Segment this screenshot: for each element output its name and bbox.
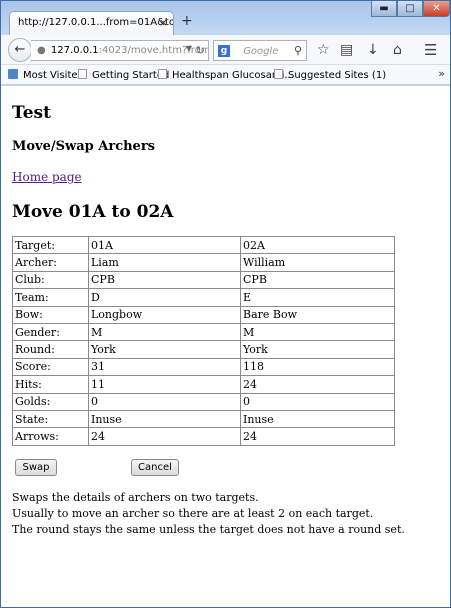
address-bar[interactable]: ● 127.0.0.1:4023/move.htm?from=0 ▼ ↻ (31, 40, 209, 61)
to-target-value: CPB (240, 270, 395, 290)
url-dropdown-icon[interactable]: ▼ (186, 44, 192, 53)
from-target-value: York (88, 340, 241, 359)
menu-icon[interactable]: ☰ (424, 43, 437, 58)
to-target-value: 0 (240, 392, 395, 411)
bookmark-suggested-sites[interactable]: Suggested Sites (1) (274, 69, 386, 81)
to-target-value: 118 (240, 357, 395, 377)
table-row: Target: 01A 02A (12, 235, 395, 255)
bookmark-star-icon[interactable]: ☆ (317, 43, 330, 57)
table-row: Score: 31 118 (12, 357, 395, 377)
search-placeholder: Google (243, 46, 279, 57)
back-arrow-icon[interactable]: ← (8, 38, 32, 62)
table-row: Arrows: 24 24 (12, 427, 395, 446)
to-target-value: Bare Bow (240, 305, 395, 324)
site-title: Test (12, 103, 51, 123)
table-row: Golds: 0 0 (12, 392, 395, 411)
tab-title: http://127.0.0.1...from=01A&to=02A (18, 17, 173, 28)
to-target-value: 24 (240, 375, 395, 394)
from-target-value: Longbow (88, 305, 241, 324)
browser-window: http://127.0.0.1...from=01A&to=02A × + ▬… (0, 0, 451, 608)
globe-icon: ● (37, 45, 46, 56)
row-label: Round: (12, 340, 89, 359)
search-box[interactable]: g Google ⚲ (213, 40, 307, 61)
chevron-more-icon[interactable]: » (438, 67, 445, 80)
from-target-value: 24 (88, 427, 241, 446)
help-line: Usually to move an archer so there are a… (12, 507, 374, 520)
table-row: State: Inuse Inuse (12, 409, 395, 429)
to-target-value: Inuse (240, 409, 395, 429)
page-icon (78, 69, 87, 79)
row-label: Golds: (12, 392, 89, 411)
page-subtitle: Move/Swap Archers (12, 139, 155, 154)
from-target-value: M (88, 322, 241, 342)
to-target-value: 02A (240, 235, 395, 255)
bookmark-getting-started[interactable]: Getting Started (78, 69, 169, 81)
help-line: Swaps the details of archers on two targ… (12, 491, 259, 504)
home-page-link[interactable]: Home page (12, 170, 82, 184)
navigation-bar: ← ● 127.0.0.1:4023/move.htm?from=0 ▼ ↻ g… (1, 35, 450, 65)
row-label: Gender: (12, 322, 89, 342)
archer-details-table: Target: 01A 02A Archer: Liam William Club: CPB C… (12, 235, 395, 446)
from-target-value: 01A (88, 235, 241, 255)
close-window-button[interactable]: ✕ (423, 1, 450, 17)
new-tab-button[interactable]: + (181, 13, 193, 29)
home-icon[interactable]: ⌂ (393, 43, 402, 57)
bookmarks-bar: Most Visited Getting Started Healthspan … (1, 65, 450, 85)
row-label: Hits: (12, 375, 89, 394)
page-title: Move 01A to 02A (12, 202, 174, 222)
to-target-value: William (240, 253, 395, 272)
table-row: Hits: 11 24 (12, 375, 395, 394)
from-target-value: 11 (88, 375, 241, 394)
row-label: Score: (12, 357, 89, 377)
page-content: Test Move/Swap Archers Home page Move 01… (1, 86, 450, 607)
from-target-value: 0 (88, 392, 241, 411)
url-host: 127.0.0.1 (50, 45, 99, 56)
bookmark-most-visited[interactable]: Most Visited (8, 69, 84, 81)
page-icon (274, 69, 283, 79)
help-text: Swaps the details of archers on two targ… (12, 490, 405, 538)
minimize-button[interactable]: ▬ (371, 1, 397, 17)
row-label: Arrows: (12, 427, 89, 446)
bookmark-folder-icon (8, 69, 18, 79)
reload-icon[interactable]: ↻ (196, 44, 205, 57)
reading-list-icon[interactable]: ▤ (340, 43, 353, 57)
from-target-value: Inuse (88, 409, 241, 429)
to-target-value: 24 (240, 427, 395, 446)
page-icon (158, 69, 167, 79)
row-label: State: (12, 409, 89, 429)
table-row: Archer: Liam William (12, 253, 395, 272)
row-label: Team: (12, 288, 89, 307)
browser-tab[interactable]: http://127.0.0.1...from=01A&to=02A × (9, 11, 174, 36)
from-target-value: D (88, 288, 241, 307)
cancel-button[interactable]: Cancel (131, 459, 179, 476)
row-label: Archer: (12, 253, 89, 272)
row-label: Club: (12, 270, 89, 290)
to-target-value: M (240, 322, 395, 342)
from-target-value: Liam (88, 253, 241, 272)
url-path: :4023/move.htm?from=0 (98, 45, 208, 56)
maximize-button[interactable]: □ (397, 1, 423, 17)
row-label: Bow: (12, 305, 89, 324)
row-label: Target: (12, 235, 89, 255)
table-row: Bow: Longbow Bare Bow (12, 305, 395, 324)
to-target-value: E (240, 288, 395, 307)
from-target-value: 31 (88, 357, 241, 377)
google-engine-icon[interactable]: g (218, 45, 230, 57)
table-row: Club: CPB CPB (12, 270, 395, 290)
search-icon[interactable]: ⚲ (294, 44, 302, 57)
table-row: Round: York York (12, 340, 395, 359)
swap-button[interactable]: Swap (15, 459, 57, 476)
title-bar: http://127.0.0.1...from=01A&to=02A × + ▬… (1, 1, 450, 36)
from-target-value: CPB (88, 270, 241, 290)
tab-close-icon[interactable]: × (159, 16, 168, 29)
table-row: Gender: M M (12, 322, 395, 342)
to-target-value: York (240, 340, 395, 359)
download-icon[interactable]: ↓ (367, 43, 379, 57)
table-row: Team: D E (12, 288, 395, 307)
help-line: The round stays the same unless the targ… (12, 523, 405, 536)
